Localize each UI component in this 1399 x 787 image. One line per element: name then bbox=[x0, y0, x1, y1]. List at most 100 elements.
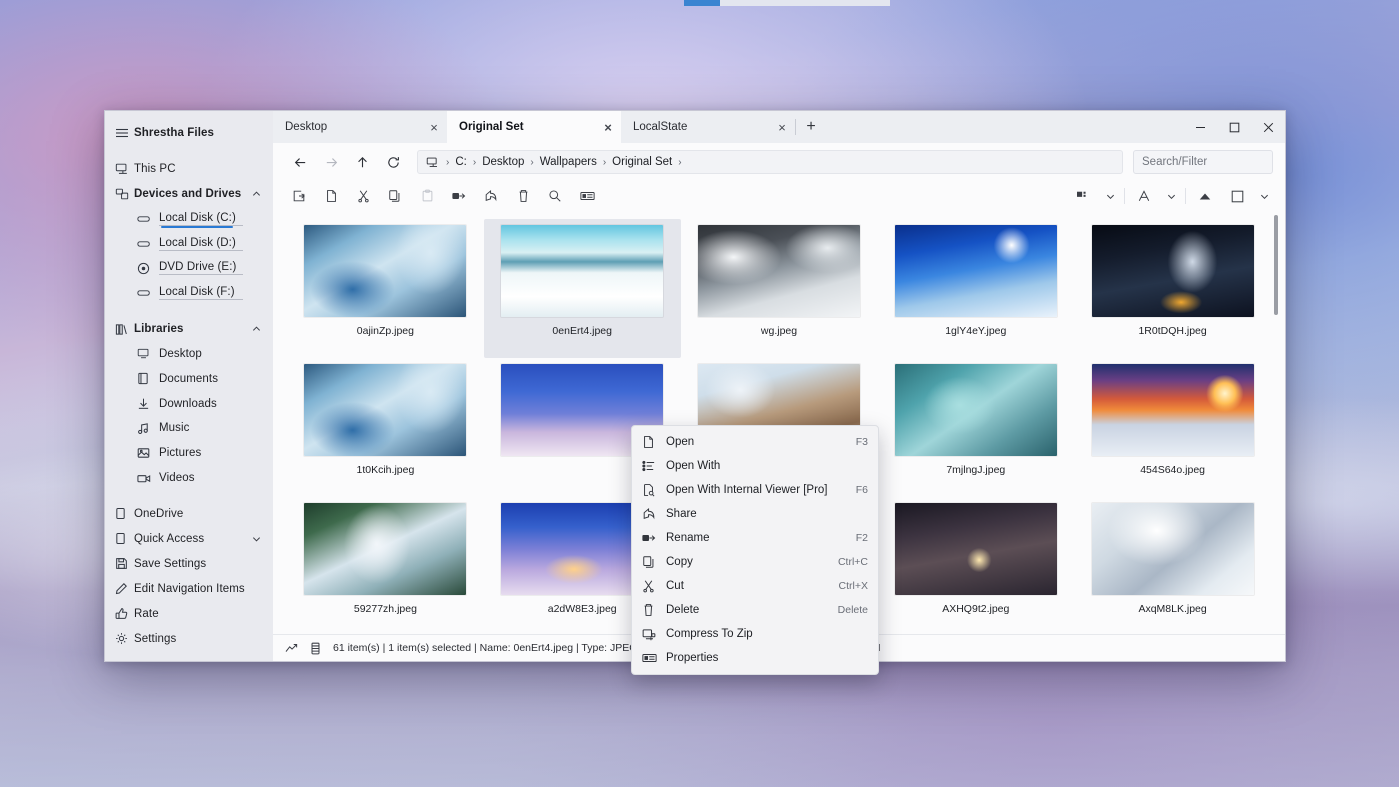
search-icon[interactable] bbox=[539, 183, 571, 209]
breadcrumb-item-c[interactable]: C: bbox=[454, 156, 468, 168]
scrollbar-thumb[interactable] bbox=[1274, 215, 1278, 315]
context-menu-item-delete[interactable]: Delete Delete bbox=[632, 598, 878, 622]
background-window-sliver bbox=[720, 0, 890, 6]
file-item[interactable]: 1glY4eY.jpeg bbox=[877, 219, 1074, 358]
paste-clipboard-icon[interactable] bbox=[411, 183, 443, 209]
file-item[interactable]: 0enErt4.jpeg bbox=[484, 219, 681, 358]
font-icon[interactable] bbox=[1128, 183, 1160, 209]
rename-icon[interactable] bbox=[443, 183, 475, 209]
sidebar-group-libraries[interactable]: Libraries bbox=[105, 317, 273, 342]
context-menu-item-rename[interactable]: Rename F2 bbox=[632, 526, 878, 550]
sidebar-item-documents[interactable]: Documents bbox=[105, 366, 273, 391]
share-icon bbox=[642, 507, 666, 521]
sidebar-title-row[interactable]: Shrestha Files bbox=[105, 121, 273, 146]
sidebar-item-save-settings[interactable]: Save Settings bbox=[105, 551, 273, 576]
sidebar-item-local-disk-f[interactable]: Local Disk (F:) bbox=[105, 281, 273, 306]
tab-close-icon[interactable]: × bbox=[595, 111, 621, 143]
breadcrumb[interactable]: › C: › Desktop › Wallpapers › Original S… bbox=[417, 150, 1123, 174]
context-menu-item-compress-to-zip[interactable]: Compress To Zip bbox=[632, 622, 878, 646]
context-menu-item-properties[interactable]: Properties bbox=[632, 646, 878, 670]
sidebar-item-desktop[interactable]: Desktop bbox=[105, 341, 273, 366]
chevron-down-icon[interactable] bbox=[1253, 183, 1275, 209]
sidebar-item-local-disk-d[interactable]: Local Disk (D:) bbox=[105, 231, 273, 256]
forward-arrow-icon[interactable] bbox=[316, 148, 347, 176]
file-item[interactable]: 59277zh.jpeg bbox=[287, 497, 484, 634]
tab-close-icon[interactable]: × bbox=[421, 111, 447, 143]
sidebar-item-music[interactable]: Music bbox=[105, 416, 273, 441]
file-item[interactable]: 1t0Kcih.jpeg bbox=[287, 358, 484, 497]
new-file-icon[interactable] bbox=[315, 183, 347, 209]
back-arrow-icon[interactable] bbox=[285, 148, 316, 176]
file-item[interactable]: 1R0tDQH.jpeg bbox=[1074, 219, 1271, 358]
context-menu-item-open-with[interactable]: Open With bbox=[632, 454, 878, 478]
copy-icon[interactable] bbox=[379, 183, 411, 209]
delete-icon[interactable] bbox=[507, 183, 539, 209]
chevron-down-icon[interactable] bbox=[252, 534, 261, 543]
chevron-down-icon[interactable] bbox=[1099, 183, 1121, 209]
sidebar-item-local-disk-c[interactable]: Local Disk (C:) bbox=[105, 206, 273, 231]
properties-icon[interactable] bbox=[571, 183, 603, 209]
thumbnail-blue-sky-pines bbox=[895, 225, 1057, 317]
file-name: 0ajinZp.jpeg bbox=[357, 325, 414, 337]
spacer bbox=[105, 490, 273, 501]
this-pc-icon[interactable] bbox=[426, 156, 439, 169]
preview-pane-icon[interactable] bbox=[1221, 183, 1253, 209]
sidebar-item-pictures[interactable]: Pictures bbox=[105, 441, 273, 466]
sidebar-item-label: Pictures bbox=[159, 447, 201, 459]
context-menu-item-shortcut: Ctrl+C bbox=[838, 556, 868, 568]
maximize-icon[interactable] bbox=[1217, 111, 1251, 143]
new-tab-button[interactable]: + bbox=[796, 111, 826, 143]
hamburger-icon[interactable] bbox=[115, 126, 134, 140]
file-item[interactable]: AXHQ9t2.jpeg bbox=[877, 497, 1074, 634]
file-item[interactable]: wg.jpeg bbox=[681, 219, 878, 358]
sort-up-icon[interactable] bbox=[1189, 183, 1221, 209]
tab-localstate[interactable]: LocalState × bbox=[621, 111, 795, 143]
context-menu-item-copy[interactable]: Copy Ctrl+C bbox=[632, 550, 878, 574]
stack-icon[interactable] bbox=[310, 642, 321, 655]
sidebar-item-edit-navigation-items[interactable]: Edit Navigation Items bbox=[105, 576, 273, 601]
search-input[interactable]: Search/Filter bbox=[1133, 150, 1273, 174]
share-icon[interactable] bbox=[475, 183, 507, 209]
sidebar-item-settings[interactable]: Settings bbox=[105, 626, 273, 651]
sidebar-item-quick-access[interactable]: Quick Access bbox=[105, 526, 273, 551]
breadcrumb-item-wallpapers[interactable]: Wallpapers bbox=[539, 156, 598, 168]
sidebar-item-videos[interactable]: Videos bbox=[105, 466, 273, 491]
file-name: AXHQ9t2.jpeg bbox=[942, 603, 1009, 615]
breadcrumb-item-desktop[interactable]: Desktop bbox=[481, 156, 525, 168]
sidebar-item-label: Documents bbox=[159, 373, 218, 385]
close-icon[interactable] bbox=[1251, 111, 1285, 143]
file-name: wg.jpeg bbox=[761, 325, 797, 337]
refresh-icon[interactable] bbox=[378, 148, 409, 176]
vertical-scrollbar[interactable] bbox=[1271, 215, 1281, 628]
sidebar-item-downloads[interactable]: Downloads bbox=[105, 391, 273, 416]
tab-close-icon[interactable]: × bbox=[769, 111, 795, 143]
thumbnail-winter-lake-blue bbox=[304, 364, 466, 456]
sidebar-group-devices-and-drives[interactable]: Devices and Drives bbox=[105, 182, 273, 207]
tab-original-set[interactable]: Original Set × bbox=[447, 111, 621, 143]
file-item[interactable]: 7mjlngJ.jpeg bbox=[877, 358, 1074, 497]
sidebar-item-this-pc[interactable]: This PC bbox=[105, 157, 273, 182]
sidebar-item-rate[interactable]: Rate bbox=[105, 601, 273, 626]
sidebar-item-dvd-drive-e[interactable]: DVD Drive (E:) bbox=[105, 256, 273, 281]
chevron-up-icon[interactable] bbox=[252, 189, 261, 198]
file-item[interactable]: AxqM8LK.jpeg bbox=[1074, 497, 1271, 634]
file-item[interactable]: 0ajinZp.jpeg bbox=[287, 219, 484, 358]
trend-icon[interactable] bbox=[285, 643, 298, 654]
context-menu-item-label: Open bbox=[666, 436, 846, 448]
context-menu-item-share[interactable]: Share bbox=[632, 502, 878, 526]
minimize-icon[interactable] bbox=[1183, 111, 1217, 143]
chevron-up-icon[interactable] bbox=[252, 325, 261, 334]
context-menu-item-cut[interactable]: Cut Ctrl+X bbox=[632, 574, 878, 598]
breadcrumb-item-original-set[interactable]: Original Set bbox=[611, 156, 673, 168]
context-menu-item-open-with-internal-viewer[interactable]: Open With Internal Viewer [Pro] F6 bbox=[632, 478, 878, 502]
sidebar-item-label: Settings bbox=[134, 633, 176, 645]
sidebar-item-onedrive[interactable]: OneDrive bbox=[105, 501, 273, 526]
tab-desktop[interactable]: Desktop × bbox=[273, 111, 447, 143]
paste-icon[interactable] bbox=[283, 183, 315, 209]
view-layout-icon[interactable] bbox=[1067, 183, 1099, 209]
up-arrow-icon[interactable] bbox=[347, 148, 378, 176]
cut-icon[interactable] bbox=[347, 183, 379, 209]
context-menu-item-open[interactable]: Open F3 bbox=[632, 430, 878, 454]
chevron-down-icon[interactable] bbox=[1160, 183, 1182, 209]
file-item[interactable]: 454S64o.jpeg bbox=[1074, 358, 1271, 497]
